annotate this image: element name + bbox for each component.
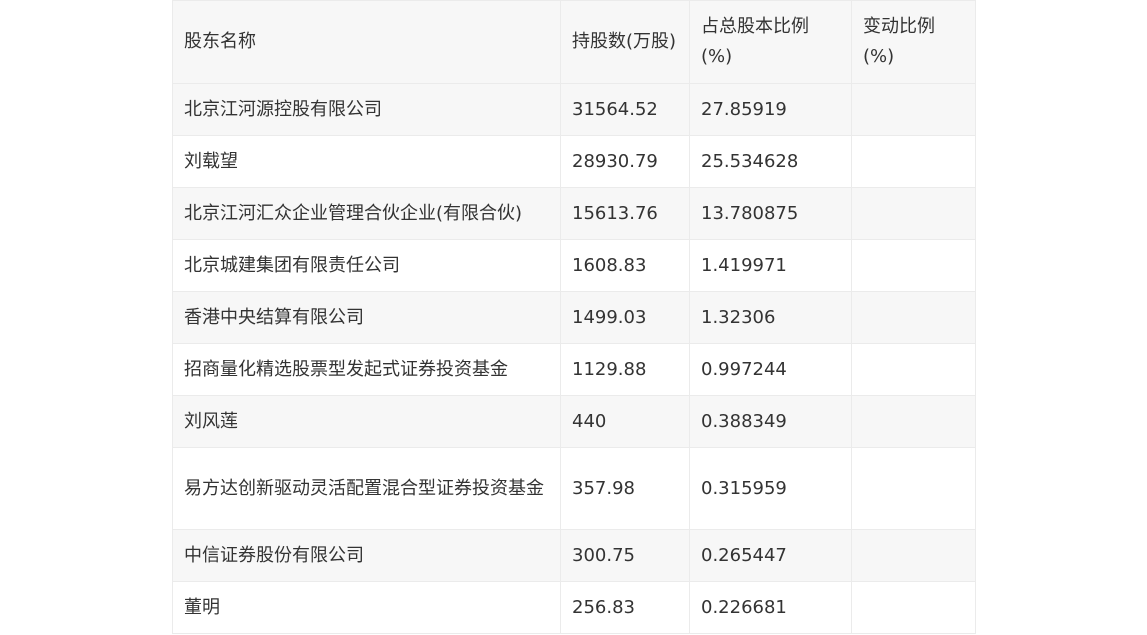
cell-name: 中信证券股份有限公司 bbox=[172, 529, 561, 582]
cell-name: 北京城建集团有限责任公司 bbox=[172, 239, 561, 292]
table-row: 中信证券股份有限公司 300.75 0.265447 bbox=[172, 529, 976, 582]
table-row: 易方达创新驱动灵活配置混合型证券投资基金 357.98 0.315959 bbox=[172, 447, 976, 530]
cell-ratio: 0.997244 bbox=[689, 343, 852, 396]
cell-ratio: 1.32306 bbox=[689, 291, 852, 344]
table-row: 董明 256.83 0.226681 bbox=[172, 581, 976, 634]
cell-ratio: 13.780875 bbox=[689, 187, 852, 240]
cell-ratio: 0.226681 bbox=[689, 581, 852, 634]
cell-ratio: 1.419971 bbox=[689, 239, 852, 292]
table-row: 招商量化精选股票型发起式证券投资基金 1129.88 0.997244 bbox=[172, 343, 976, 396]
cell-ratio: 0.388349 bbox=[689, 395, 852, 448]
cell-shares: 300.75 bbox=[560, 529, 690, 582]
cell-name: 董明 bbox=[172, 581, 561, 634]
cell-shares: 31564.52 bbox=[560, 83, 690, 136]
cell-shares: 15613.76 bbox=[560, 187, 690, 240]
shareholder-table-container: 股东名称 持股数(万股) 占总股本比例(%) 变动比例(%) 北京江河源控股有限… bbox=[172, 0, 976, 634]
cell-change bbox=[851, 291, 976, 344]
cell-change bbox=[851, 529, 976, 582]
shareholder-table: 股东名称 持股数(万股) 占总股本比例(%) 变动比例(%) 北京江河源控股有限… bbox=[172, 0, 976, 634]
table-row: 北京江河源控股有限公司 31564.52 27.85919 bbox=[172, 83, 976, 136]
cell-ratio: 0.315959 bbox=[689, 447, 852, 530]
cell-change bbox=[851, 343, 976, 396]
cell-name: 香港中央结算有限公司 bbox=[172, 291, 561, 344]
cell-ratio: 0.265447 bbox=[689, 529, 852, 582]
table-row: 刘载望 28930.79 25.534628 bbox=[172, 135, 976, 188]
table-row: 北京江河汇众企业管理合伙企业(有限合伙) 15613.76 13.780875 bbox=[172, 187, 976, 240]
header-shares-held: 持股数(万股) bbox=[560, 0, 690, 84]
cell-shares: 1499.03 bbox=[560, 291, 690, 344]
header-shareholder-name: 股东名称 bbox=[172, 0, 561, 84]
table-row: 香港中央结算有限公司 1499.03 1.32306 bbox=[172, 291, 976, 344]
cell-name: 易方达创新驱动灵活配置混合型证券投资基金 bbox=[172, 447, 561, 530]
cell-change bbox=[851, 239, 976, 292]
cell-shares: 256.83 bbox=[560, 581, 690, 634]
header-change-ratio: 变动比例(%) bbox=[851, 0, 976, 84]
cell-shares: 440 bbox=[560, 395, 690, 448]
cell-change bbox=[851, 135, 976, 188]
cell-name: 北京江河汇众企业管理合伙企业(有限合伙) bbox=[172, 187, 561, 240]
cell-shares: 1608.83 bbox=[560, 239, 690, 292]
cell-name: 招商量化精选股票型发起式证券投资基金 bbox=[172, 343, 561, 396]
cell-change bbox=[851, 395, 976, 448]
header-share-ratio: 占总股本比例(%) bbox=[689, 0, 852, 84]
cell-change bbox=[851, 581, 976, 634]
cell-shares: 357.98 bbox=[560, 447, 690, 530]
table-row: 北京城建集团有限责任公司 1608.83 1.419971 bbox=[172, 239, 976, 292]
table-header-row: 股东名称 持股数(万股) 占总股本比例(%) 变动比例(%) bbox=[172, 0, 976, 84]
cell-ratio: 27.85919 bbox=[689, 83, 852, 136]
cell-name: 刘载望 bbox=[172, 135, 561, 188]
cell-ratio: 25.534628 bbox=[689, 135, 852, 188]
cell-name: 北京江河源控股有限公司 bbox=[172, 83, 561, 136]
cell-change bbox=[851, 447, 976, 530]
cell-change bbox=[851, 83, 976, 136]
cell-change bbox=[851, 187, 976, 240]
cell-name: 刘风莲 bbox=[172, 395, 561, 448]
table-row: 刘风莲 440 0.388349 bbox=[172, 395, 976, 448]
cell-shares: 28930.79 bbox=[560, 135, 690, 188]
cell-shares: 1129.88 bbox=[560, 343, 690, 396]
